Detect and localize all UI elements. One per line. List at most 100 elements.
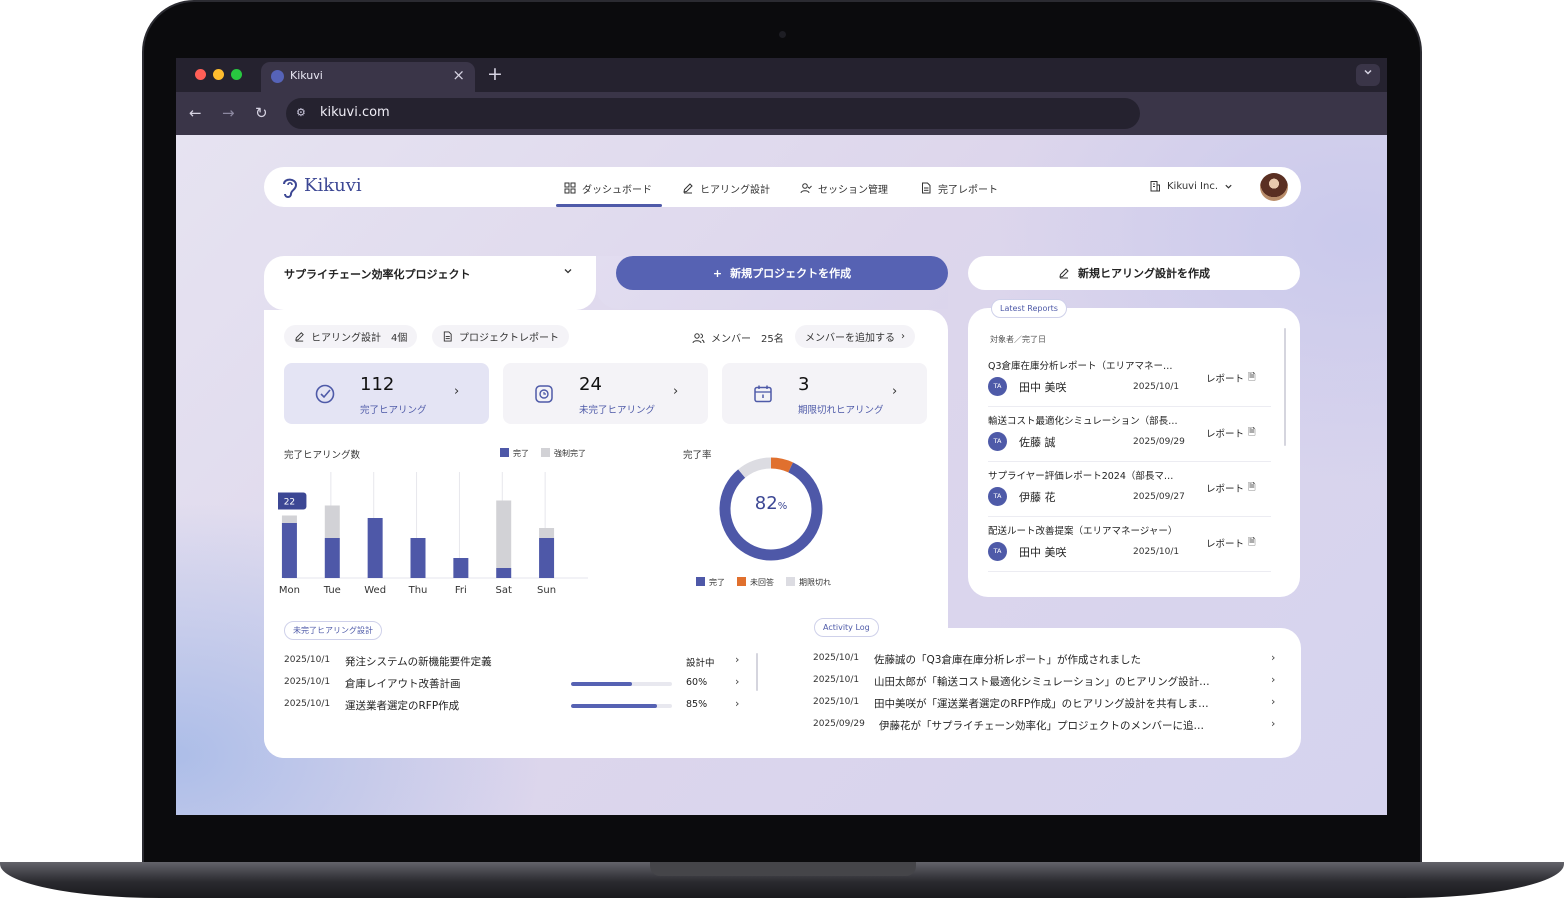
chevron-right-icon: › xyxy=(1271,651,1276,664)
report-link[interactable]: レポート 🗎 xyxy=(1206,425,1256,441)
bar-forced-tue xyxy=(324,505,340,538)
app-viewport: Kikuvi ダッシュボード ヒアリング設計 セッション管理 完了レポート Ki… xyxy=(176,135,1387,815)
address-url[interactable]: kikuvi.com xyxy=(320,105,390,120)
active-nav-underline xyxy=(556,204,662,207)
document-icon: 🗎 xyxy=(1248,482,1256,493)
bar-chart-title: 完了ヒアリング数 xyxy=(284,450,361,461)
avatar: TA xyxy=(988,377,1007,396)
bar-forced-sun xyxy=(539,528,555,538)
bar-completed-sat xyxy=(496,568,512,578)
report-link[interactable]: レポート 🗎 xyxy=(1206,480,1256,496)
progress-bar xyxy=(571,704,672,708)
donut-slice-2 xyxy=(738,457,772,478)
new-project-button[interactable]: + 新規プロジェクトを作成 xyxy=(616,256,948,290)
bar-completed-fri xyxy=(453,558,469,578)
chevron-right-icon: › xyxy=(1271,673,1276,686)
bar-forced-sat xyxy=(496,500,512,568)
report-item[interactable]: サプライヤー評価レポート2024（部長マ… TA 伊藤 花 2025/09/27… xyxy=(988,462,1271,517)
new-project-label: 新規プロジェクトを作成 xyxy=(730,267,852,280)
activity-row[interactable]: 2025/10/1 山田太郎が「輸送コスト最適化シミュレーション」のヒアリング設計… xyxy=(813,673,1283,691)
legend-done: 完了 xyxy=(696,577,725,588)
donut-title: 完了率 xyxy=(683,450,712,461)
chevron-right-icon: › xyxy=(735,675,740,688)
bar-forced-mon xyxy=(281,515,297,523)
stat-overdue-label: 期限切れヒアリング xyxy=(798,405,884,416)
organization-name: Kikuvi Inc. xyxy=(1167,180,1218,192)
list-scrollbar[interactable] xyxy=(756,653,758,691)
nav-dashboard[interactable]: ダッシュボード xyxy=(564,180,652,196)
x-tick-label: Tue xyxy=(323,585,341,596)
activity-row[interactable]: 2025/09/29 伊藤花が「サプライチェーン効率化」プロジェクトのメンバーに追… xyxy=(813,717,1283,735)
chevron-down-icon xyxy=(1225,184,1232,189)
tab-close-icon[interactable]: × xyxy=(452,66,465,84)
hearing-design-count-pill[interactable]: ヒアリング設計 4個 xyxy=(284,325,418,348)
stat-overdue-value: 3 xyxy=(798,374,810,395)
tab-title: Kikuvi xyxy=(290,69,323,82)
legend-forced: 強制完了 xyxy=(541,448,586,459)
activity-row[interactable]: 2025/10/1 田中美咲が「運送業者選定のRFP作成」のヒアリング設計を共有し… xyxy=(813,695,1283,713)
user-avatar[interactable] xyxy=(1260,173,1288,201)
chevron-down-icon[interactable] xyxy=(563,266,573,276)
reload-icon[interactable]: ↻ xyxy=(255,104,268,122)
window-zoom-button[interactable] xyxy=(231,69,242,80)
bar-completed-sun xyxy=(539,538,555,578)
nav-session-label: セッション管理 xyxy=(818,184,888,196)
legend-expired: 期限切れ xyxy=(786,577,831,588)
browser-toolbar: ← → ↻ ⚙ kikuvi.com xyxy=(176,92,1387,135)
top-navbar: Kikuvi ダッシュボード ヒアリング設計 セッション管理 完了レポート Ki… xyxy=(264,167,1301,207)
organization-switcher[interactable]: Kikuvi Inc. xyxy=(1149,180,1233,192)
activity-row[interactable]: 2025/10/1 佐藤誠の「Q3倉庫在庫分析レポート」が作成されました › xyxy=(813,651,1283,669)
list-item[interactable]: 2025/10/1 倉庫レイアウト改善計画 60% › xyxy=(284,675,744,693)
tab-search-chevron-icon[interactable] xyxy=(1356,64,1380,86)
window-minimize-button[interactable] xyxy=(213,69,224,80)
add-member-label: メンバーを追加する xyxy=(805,333,895,344)
users-icon xyxy=(692,332,705,343)
x-tick-label: Sat xyxy=(496,585,512,596)
avatar: TA xyxy=(988,487,1007,506)
report-item[interactable]: 配送ルート改善提案（エリアマネージャー） TA 田中 美咲 2025/10/1 … xyxy=(988,517,1271,572)
project-report-pill[interactable]: プロジェクトレポート xyxy=(432,325,569,348)
stat-overdue[interactable]: 3 期限切れヒアリング › xyxy=(722,363,927,424)
donut-slice-1 xyxy=(770,457,793,473)
bar-completed-thu xyxy=(410,538,426,578)
list-item[interactable]: 2025/10/1 運送業者選定のRFP作成 85% › xyxy=(284,697,744,715)
camera-icon xyxy=(779,31,786,38)
document-icon: 🗎 xyxy=(1248,372,1256,383)
list-item[interactable]: 2025/10/1 発注システムの新機能要件定義 設計中 › xyxy=(284,653,744,671)
stat-incomplete[interactable]: 24 未完了ヒアリング › xyxy=(503,363,708,424)
hearing-design-count: ヒアリング設計 4個 xyxy=(311,333,408,344)
new-tab-button[interactable]: + xyxy=(487,63,503,85)
project-report-label: プロジェクトレポート xyxy=(459,333,559,344)
report-link[interactable]: レポート 🗎 xyxy=(1206,535,1256,551)
stat-completed-value: 112 xyxy=(360,374,395,395)
reports-scrollbar[interactable] xyxy=(1284,328,1286,446)
member-count: メンバー 25名 xyxy=(692,330,784,345)
site-settings-icon[interactable]: ⚙ xyxy=(296,106,306,119)
bar-chart: Mon Tue Wed Thu Fri Sat Sun 22 xyxy=(278,472,588,596)
chevron-right-icon: › xyxy=(1271,717,1276,730)
report-item[interactable]: Q3倉庫在庫分析レポート（エリアマネー… TA 田中 美咲 2025/10/1 … xyxy=(988,352,1271,407)
document-icon: 🗎 xyxy=(1248,537,1256,548)
nav-completed-reports[interactable]: 完了レポート xyxy=(920,180,998,196)
x-tick-label: Sun xyxy=(537,585,556,596)
browser-tab[interactable]: Kikuvi × xyxy=(261,62,475,92)
building-icon xyxy=(1150,181,1160,192)
window-close-button[interactable] xyxy=(195,69,206,80)
incomplete-designs-panel: 未完了ヒアリング設計 2025/10/1 発注システムの新機能要件定義 設計中 … xyxy=(264,610,772,758)
pencil-icon xyxy=(683,183,693,194)
new-hearing-design-button[interactable]: 新規ヒアリング設計を作成 xyxy=(968,256,1300,290)
nav-hearing-design[interactable]: ヒアリング設計 xyxy=(682,180,770,196)
forward-arrow-icon[interactable]: → xyxy=(222,104,235,122)
brand-name[interactable]: Kikuvi xyxy=(304,175,362,196)
x-tick-label: Thu xyxy=(408,585,428,596)
add-member-button[interactable]: メンバーを追加する › xyxy=(795,325,915,348)
browser-tabbar: Kikuvi × + xyxy=(176,58,1387,92)
stat-completed[interactable]: 112 完了ヒアリング › xyxy=(284,363,489,424)
avatar: TA xyxy=(988,542,1007,561)
project-name[interactable]: サプライチェーン効率化プロジェクト xyxy=(284,266,470,282)
back-arrow-icon[interactable]: ← xyxy=(189,104,202,122)
address-bar[interactable]: ⚙ kikuvi.com xyxy=(286,98,1140,129)
nav-session-management[interactable]: セッション管理 xyxy=(800,180,888,196)
report-link[interactable]: レポート 🗎 xyxy=(1206,370,1256,386)
report-item[interactable]: 輸送コスト最適化シミュレーション（部長… TA 佐藤 誠 2025/09/29 … xyxy=(988,407,1271,462)
